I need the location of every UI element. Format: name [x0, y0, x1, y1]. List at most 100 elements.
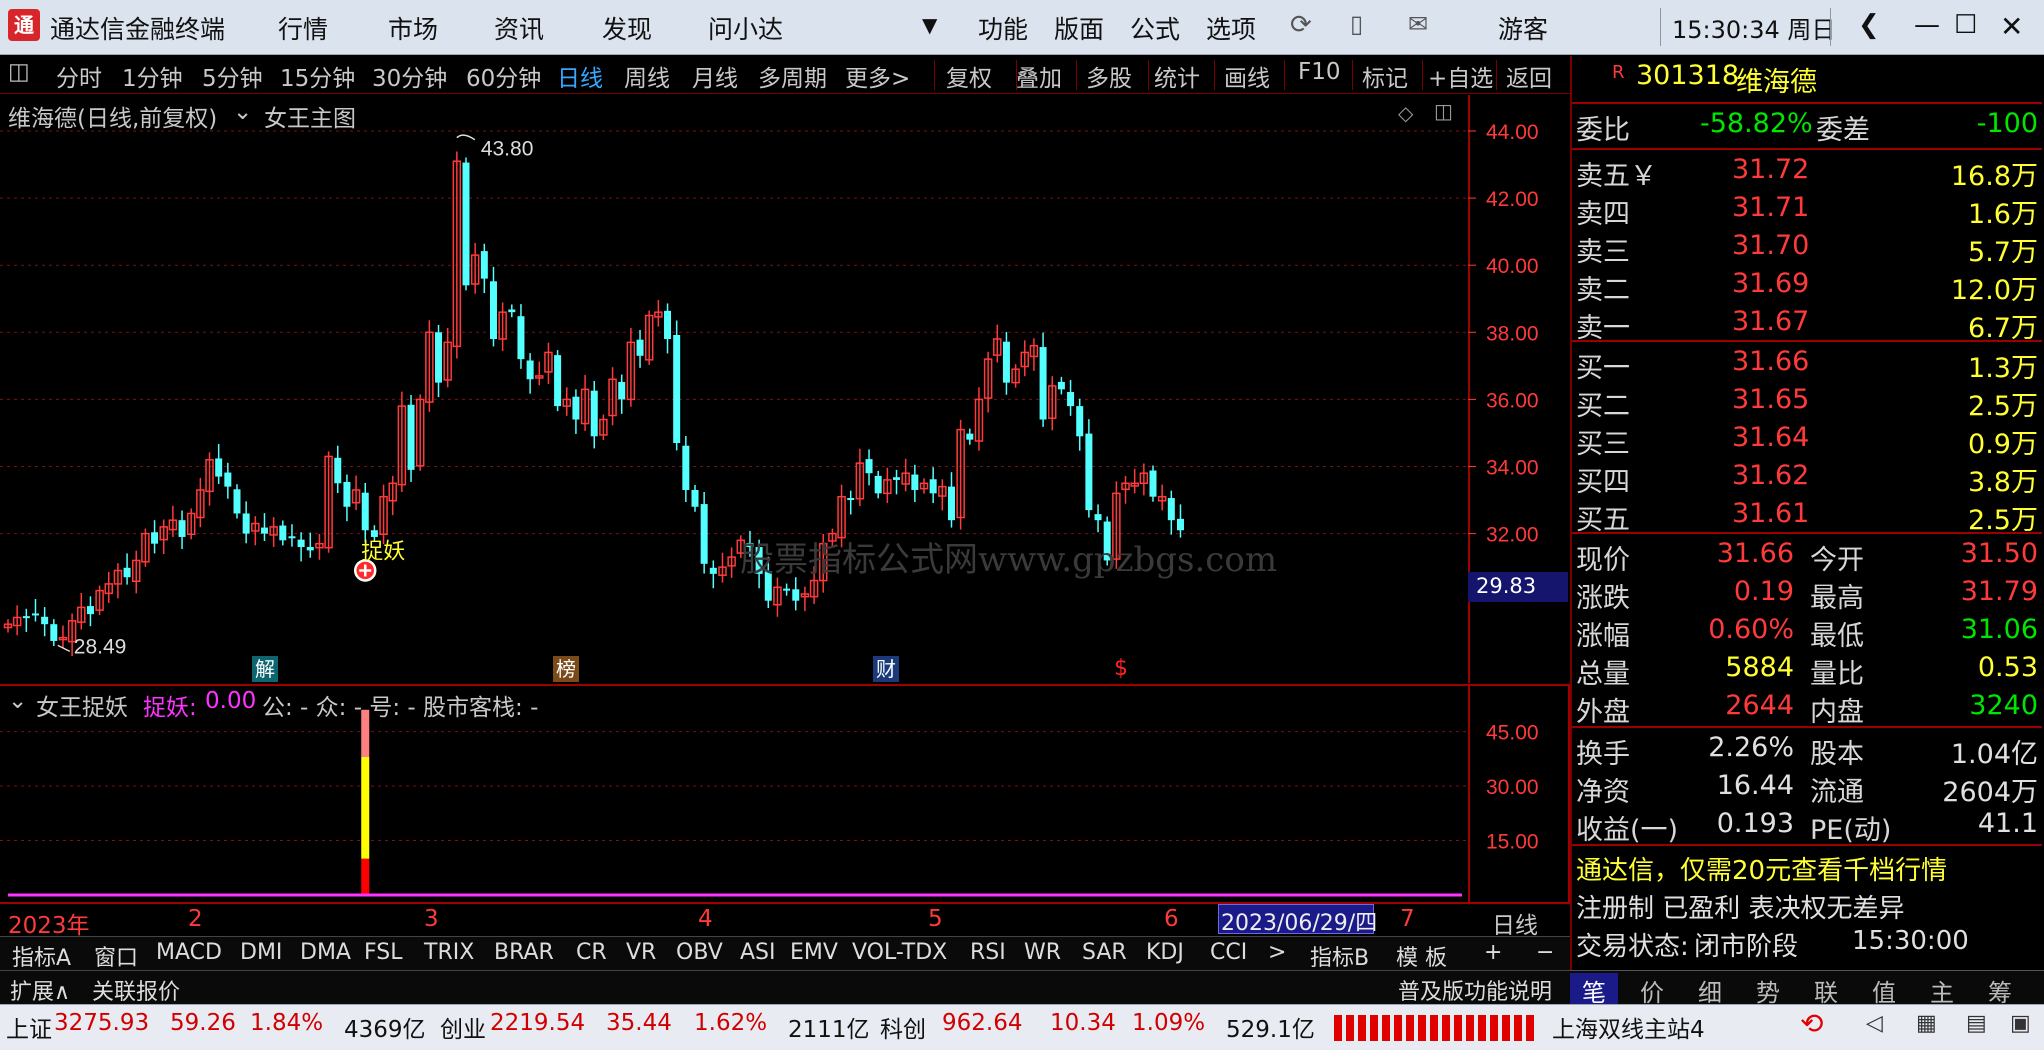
stat-row[interactable]: 涨跌 0.19 最高 31.79: [1572, 574, 2042, 614]
back-icon[interactable]: ❮: [1858, 10, 1880, 40]
fund-row[interactable]: 换手 2.26% 股本 1.04亿: [1572, 730, 2042, 770]
market-breadth-icon[interactable]: [1334, 1015, 1534, 1041]
indicator-tab[interactable]: CCI: [1210, 940, 1247, 965]
expand-button[interactable]: 扩展∧: [10, 974, 70, 1006]
quote-tab[interactable]: 主: [1930, 973, 1954, 1008]
indicator-tab[interactable]: BRAR: [494, 940, 554, 965]
candle-body: [1039, 347, 1047, 420]
bid-row[interactable]: 买三 31.64 0.9万: [1572, 420, 2042, 460]
settings-icon[interactable]: ▤: [1966, 1011, 1987, 1036]
maximize-icon[interactable]: ☐: [1954, 10, 1977, 40]
cy-label[interactable]: 创业: [440, 1010, 486, 1044]
indicator-tab[interactable]: SAR: [1082, 940, 1127, 965]
sub-dropdown-icon[interactable]: ⌄: [8, 688, 27, 714]
template-tab[interactable]: 模 板: [1396, 940, 1447, 972]
indicator-tab[interactable]: CR: [576, 940, 607, 965]
quote-tab[interactable]: 笔: [1570, 973, 1618, 1008]
candle-body: [783, 588, 791, 591]
candle-body: [334, 457, 342, 484]
add-panel-button[interactable]: +: [1484, 940, 1502, 965]
ask-row[interactable]: 卖二 31.69 12.0万: [1572, 266, 2042, 306]
indicator-tab[interactable]: WR: [1024, 940, 1061, 965]
ask-row[interactable]: 卖五￥ 31.72 16.8万: [1572, 152, 2042, 192]
ask-row[interactable]: 卖三 31.70 5.7万: [1572, 228, 2042, 268]
stock-header: R 301318 维海德: [1572, 58, 2042, 98]
time-period-label[interactable]: 日线: [1492, 906, 1538, 940]
ask-row[interactable]: 卖一 31.67 6.7万: [1572, 304, 2042, 344]
indicator-tab[interactable]: EMV: [790, 940, 838, 965]
calendar-icon[interactable]: ▦: [1916, 1011, 1937, 1036]
keyboard-icon[interactable]: ▣: [2010, 1011, 2031, 1036]
indicator-tab[interactable]: ASI: [740, 940, 776, 965]
sh-label[interactable]: 上证: [6, 1010, 52, 1044]
bid-row[interactable]: 买一 31.66 1.3万: [1572, 344, 2042, 384]
remove-panel-button[interactable]: −: [1536, 940, 1554, 965]
candle-body: [1085, 433, 1093, 511]
candle-body: [31, 613, 39, 616]
candle-body: [1094, 514, 1102, 521]
candle-body: [554, 355, 562, 407]
indicator-a-tab[interactable]: 指标A: [12, 940, 71, 972]
marker-unlock[interactable]: 解: [252, 656, 278, 682]
candle-body: [480, 251, 488, 279]
ad-text[interactable]: 通达信，仅需20元查看千档行情: [1576, 850, 1947, 887]
quote-tab[interactable]: 联: [1814, 973, 1838, 1008]
indicator-tab[interactable]: DMI: [240, 940, 282, 965]
kc-label[interactable]: 科创: [880, 1010, 926, 1044]
stat-row[interactable]: 现价 31.66 今开 31.50: [1572, 536, 2042, 576]
clock: 15:30:34 周日: [1672, 16, 1836, 44]
stat-label: 内盘: [1810, 697, 1864, 728]
indicator-tab[interactable]: KDJ: [1146, 940, 1184, 965]
indicator-tab[interactable]: 窗口: [94, 940, 138, 972]
indicator-tab-more[interactable]: >: [1268, 940, 1286, 965]
ask-row[interactable]: 卖四 31.71 1.6万: [1572, 190, 2042, 230]
indicator-tab[interactable]: RSI: [970, 940, 1006, 965]
connection-refresh-icon[interactable]: ⟲: [1800, 1007, 1823, 1040]
quote-tab[interactable]: 筹: [1988, 973, 2012, 1008]
quote-tab[interactable]: 价: [1640, 973, 1664, 1008]
close-icon[interactable]: ✕: [2000, 10, 2023, 43]
indicator-tab[interactable]: TRIX: [424, 940, 474, 965]
candle-body: [792, 589, 800, 601]
minimize-icon[interactable]: —: [1914, 10, 1940, 40]
sub-chart-panel[interactable]: ⌄ 女王捉妖 捉妖: 0.00 公: - 众: - 号: - 股市客栈: -: [0, 686, 1468, 902]
indicator-b-tab[interactable]: 指标B: [1310, 940, 1369, 972]
fund-row[interactable]: 收益(一) 0.193 PE(动) 41.1: [1572, 806, 2042, 846]
sub-indicator-title[interactable]: 女王捉妖: [36, 688, 128, 722]
server-name[interactable]: 上海双线主站4: [1552, 1010, 1705, 1044]
time-month-5: 5: [928, 906, 943, 932]
marker-finance[interactable]: 财: [873, 656, 899, 682]
candle-body: [462, 162, 470, 286]
indicator-tab[interactable]: OBV: [676, 940, 723, 965]
candle-body: [1067, 392, 1075, 407]
stat-row[interactable]: 总量 5884 量比 0.53: [1572, 650, 2042, 690]
ad-row[interactable]: 通达信，仅需20元查看千档行情: [1572, 848, 2042, 886]
related-quotes-button[interactable]: 关联报价: [92, 974, 180, 1006]
quote-tab[interactable]: 势: [1756, 973, 1780, 1008]
speaker-icon[interactable]: ◁: [1866, 1011, 1883, 1036]
quote-tab[interactable]: 细: [1698, 973, 1722, 1008]
trade-state-label: 交易状态:: [1576, 932, 1689, 962]
bid-volume: 1.3万: [1968, 353, 2038, 384]
indicator-tab[interactable]: VOL-TDX: [852, 940, 947, 965]
candle-body: [966, 433, 974, 440]
indicator-tab[interactable]: VR: [626, 940, 656, 965]
promo-link[interactable]: 普及版功能说明: [1398, 974, 1552, 1006]
marker-dividend[interactable]: $: [1114, 656, 1128, 681]
bid-row[interactable]: 买四 31.62 3.8万: [1572, 458, 2042, 498]
bid-label: 买三: [1576, 429, 1630, 460]
marker-list[interactable]: 榜: [553, 656, 579, 682]
sub-axis: [1468, 686, 1570, 902]
kc-pct: 1.09%: [1132, 1010, 1206, 1036]
stat-row[interactable]: 涨幅 0.60% 最低 31.06: [1572, 612, 2042, 652]
stat-row[interactable]: 外盘 2644 内盘 3240: [1572, 688, 2042, 728]
candle-body: [407, 404, 415, 470]
quote-tab[interactable]: 值: [1872, 973, 1896, 1008]
fund-row[interactable]: 净资 16.44 流通 2604万: [1572, 768, 2042, 808]
indicator-tab[interactable]: FSL: [364, 940, 403, 965]
candle-body: [297, 539, 305, 548]
bid-row[interactable]: 买五 31.61 2.5万: [1572, 496, 2042, 536]
indicator-tab[interactable]: MACD: [156, 940, 222, 965]
indicator-tab[interactable]: DMA: [300, 940, 351, 965]
bid-row[interactable]: 买二 31.65 2.5万: [1572, 382, 2042, 422]
